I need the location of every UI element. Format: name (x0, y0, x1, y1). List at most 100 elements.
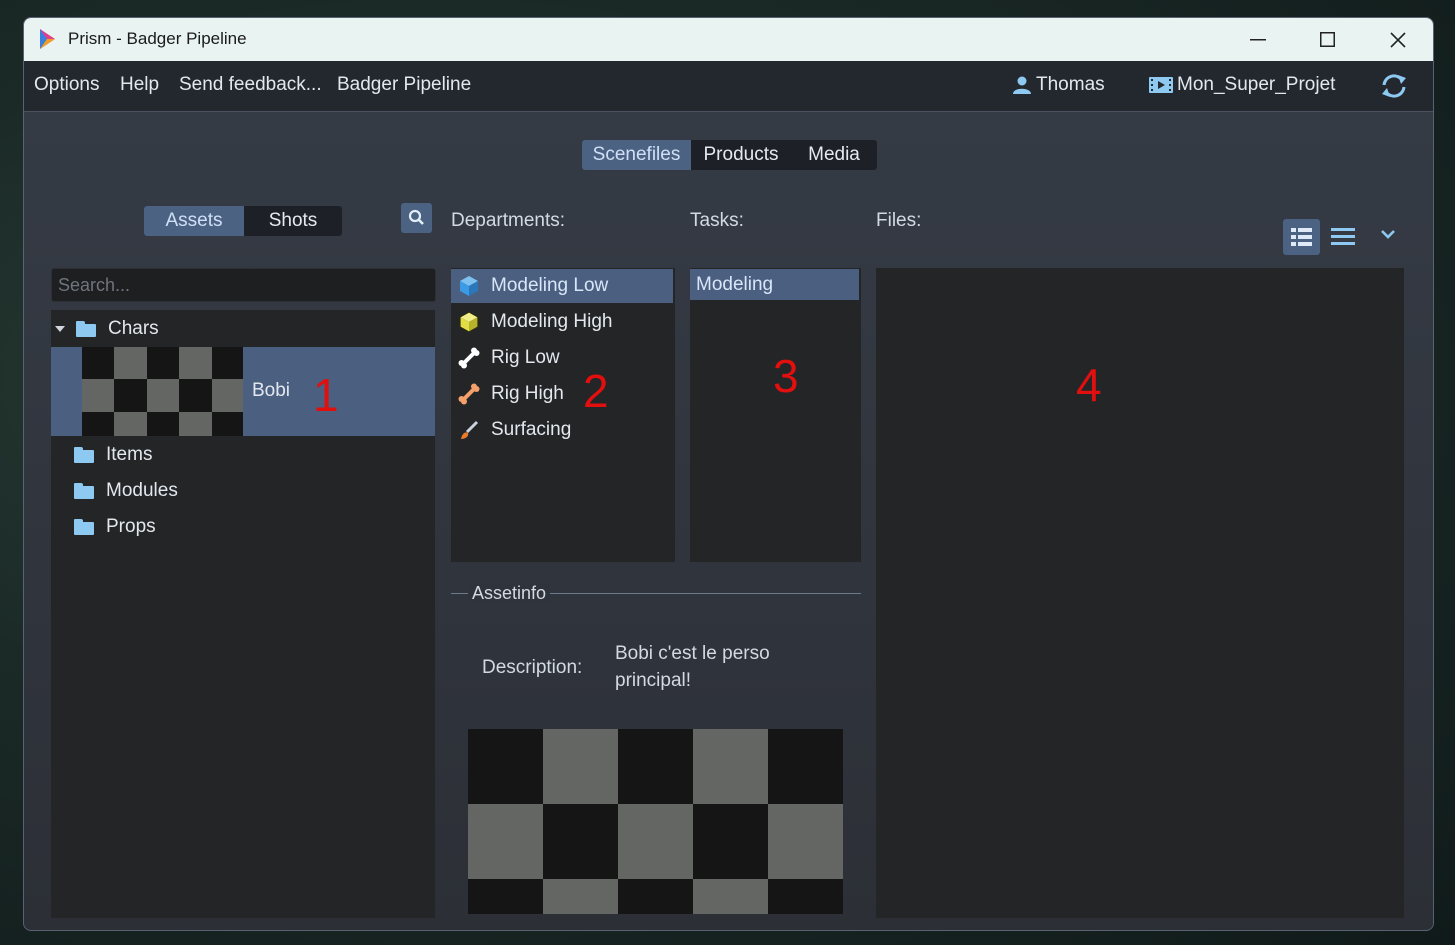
tasks-label: Tasks: (690, 210, 744, 231)
checker-cell (543, 879, 618, 914)
folder-icon (76, 321, 96, 337)
bone-icon (458, 383, 480, 405)
files-label: Files: (876, 210, 922, 231)
checker-cell (82, 379, 115, 412)
description-line-1: Bobi c'est le perso (615, 643, 770, 664)
annotation-1: 1 (313, 369, 339, 421)
entity-tab-bar: Assets Shots (144, 206, 342, 236)
prism-window: Prism - Badger Pipeline Options Help Sen… (23, 17, 1434, 931)
tree-label-props: Props (106, 516, 156, 537)
refresh-icon[interactable] (1379, 72, 1409, 100)
annotation-4: 4 (1076, 359, 1102, 411)
project-button[interactable]: Mon_Super_Projet (1149, 74, 1335, 96)
detail-view-button[interactable] (1283, 219, 1320, 255)
prism-logo-icon (40, 29, 55, 49)
close-button[interactable] (1363, 18, 1433, 61)
project-name: Mon_Super_Projet (1177, 74, 1336, 95)
checker-cell (768, 879, 843, 914)
expand-arrow-icon[interactable] (54, 324, 66, 334)
tab-assets[interactable]: Assets (144, 206, 244, 236)
user-name: Thomas (1036, 74, 1105, 95)
search-input[interactable]: Search... (51, 268, 436, 302)
department-label: Rig High (491, 383, 564, 404)
search-placeholder: Search... (58, 275, 131, 295)
tab-shots[interactable]: Shots (244, 206, 342, 236)
department-modeling-high[interactable]: Modeling High (451, 305, 673, 339)
checker-cell (618, 804, 693, 879)
checker-cell (693, 729, 768, 804)
asset-tree: Chars Bobi Items Modules Props (51, 310, 435, 918)
checker-cell (543, 729, 618, 804)
assetinfo-title: Assetinfo (468, 583, 551, 604)
department-label: Rig Low (491, 347, 560, 368)
folder-icon (74, 519, 94, 535)
departments-label: Departments: (451, 210, 566, 231)
maximize-button[interactable] (1292, 18, 1362, 61)
task-modeling[interactable]: Modeling (690, 269, 859, 300)
brush-icon (461, 420, 479, 439)
menu-badger-pipeline[interactable]: Badger Pipeline (337, 74, 471, 96)
tasks-list: Modeling (690, 268, 861, 562)
checker-cell (114, 411, 147, 436)
menu-help[interactable]: Help (120, 74, 159, 96)
asset-preview-image (468, 729, 843, 914)
department-surfacing[interactable]: Surfacing (451, 413, 673, 447)
tab-products[interactable]: Products (691, 140, 791, 170)
tab-scenefiles[interactable]: Scenefiles (582, 140, 691, 170)
menu-options[interactable]: Options (34, 74, 99, 96)
department-label: Modeling High (491, 311, 613, 332)
task-label: Modeling (696, 273, 774, 295)
tree-label-modules: Modules (106, 480, 178, 501)
minimize-button[interactable] (1223, 18, 1293, 61)
tree-item-modules[interactable]: Modules (51, 473, 435, 509)
user-icon (1013, 76, 1031, 94)
tree-item-bobi[interactable]: Bobi (51, 347, 435, 436)
user-button[interactable]: Thomas (1012, 74, 1105, 96)
checker-cell (179, 379, 212, 412)
menu-send-feedback[interactable]: Send feedback... (179, 74, 322, 96)
tree-label-bobi: Bobi (252, 380, 291, 401)
tab-media[interactable]: Media (791, 140, 877, 170)
tree-item-chars[interactable]: Chars (51, 311, 435, 347)
department-rig-low[interactable]: Rig Low (451, 341, 673, 375)
checker-cell (543, 804, 618, 879)
checker-cell (468, 879, 543, 914)
department-rig-high[interactable]: Rig High (451, 377, 673, 411)
checker-cell (114, 347, 147, 380)
tree-label-chars: Chars (108, 318, 159, 339)
minimize-icon (1250, 38, 1266, 40)
main-content: Scenefiles Products Media Assets Shots S… (24, 112, 1433, 930)
checker-cell (179, 411, 212, 436)
checker-cell (468, 729, 543, 804)
window-title: Prism - Badger Pipeline (68, 29, 247, 48)
checker-cell (693, 879, 768, 914)
description-label: Description: (482, 657, 583, 678)
checker-cell (693, 804, 768, 879)
department-label: Surfacing (491, 419, 572, 440)
close-icon (1390, 31, 1406, 48)
checker-cell (768, 804, 843, 879)
checker-cell (146, 411, 180, 436)
annotation-2: 2 (583, 365, 609, 417)
maximize-icon (1319, 32, 1335, 47)
departments-list: Modeling Low Modeling High Rig Low Rig H… (451, 268, 675, 562)
tree-item-items[interactable]: Items (51, 437, 435, 473)
top-tab-bar: Scenefiles Products Media (582, 140, 877, 170)
menu-bar: Options Help Send feedback... Badger Pip… (24, 61, 1433, 112)
list-view-icon[interactable] (1330, 224, 1356, 250)
checker-cell (618, 729, 693, 804)
checker-cell (211, 411, 243, 436)
search-toggle-button[interactable] (401, 203, 432, 233)
department-modeling-low[interactable]: Modeling Low (451, 269, 673, 303)
checker-cell (82, 347, 115, 380)
tree-item-props[interactable]: Props (51, 509, 435, 545)
cube-icon (460, 276, 478, 296)
checker-cell (211, 347, 243, 380)
files-panel (876, 268, 1404, 918)
checker-cell (179, 347, 212, 380)
chevron-down-icon[interactable] (1380, 227, 1396, 241)
bone-icon (458, 347, 480, 369)
checker-cell (618, 879, 693, 914)
checker-cell (211, 379, 243, 412)
film-icon (1149, 77, 1173, 93)
